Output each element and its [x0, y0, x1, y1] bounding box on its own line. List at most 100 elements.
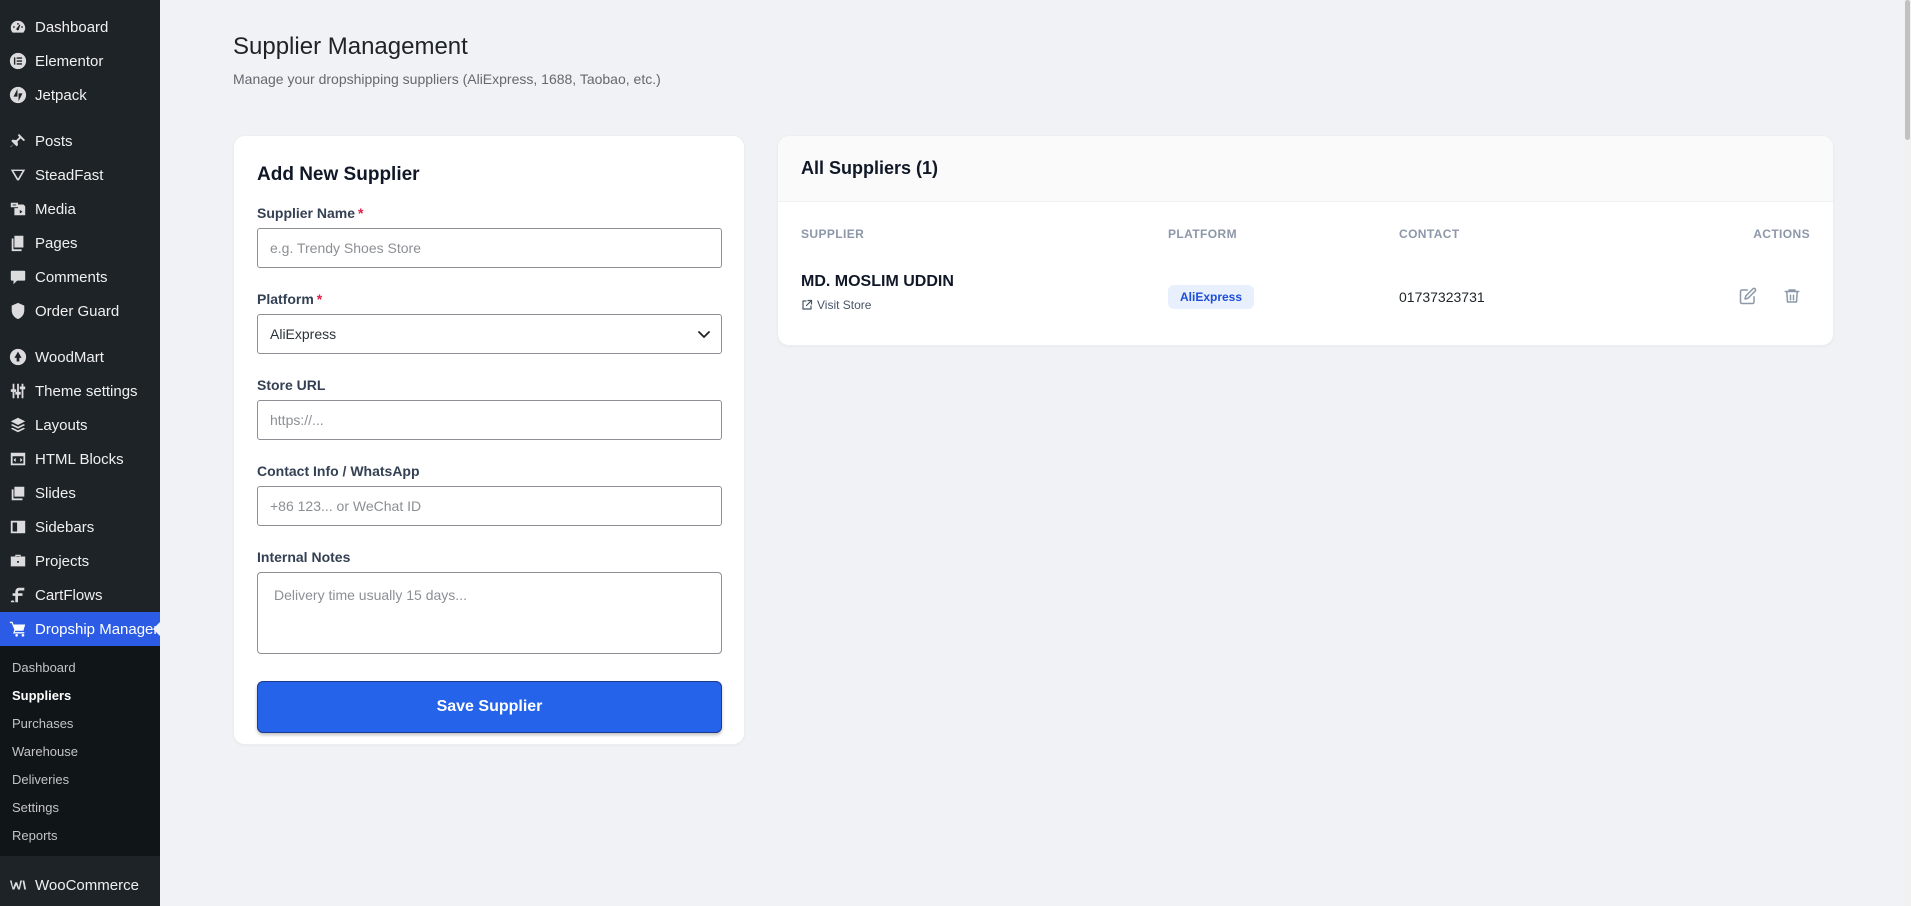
- submenu-item-settings[interactable]: Settings: [0, 794, 160, 822]
- sidebar-item-jetpack[interactable]: Jetpack: [0, 78, 160, 112]
- sidebar-item-steadfast[interactable]: SteadFast: [0, 158, 160, 192]
- supplier-name-label-text: Supplier Name: [257, 205, 356, 221]
- sidebar-item-label: Comments: [35, 268, 108, 286]
- notes-field: Internal Notes: [257, 549, 722, 659]
- sidebar-item-label: HTML Blocks: [35, 450, 124, 468]
- platform-select[interactable]: AliExpress: [257, 314, 722, 354]
- sidebar-item-label: Media: [35, 200, 76, 218]
- sidebar-item-label: Jetpack: [35, 86, 87, 104]
- media-icon: [8, 199, 28, 219]
- sidebar-item-posts[interactable]: Posts: [0, 124, 160, 158]
- suppliers-list-card: All Suppliers (1) SUPPLIER PLATFORM CONT…: [777, 135, 1834, 346]
- submenu-item-deliveries[interactable]: Deliveries: [0, 766, 160, 794]
- chevron-down-icon: [698, 331, 710, 338]
- steadfast-icon: [8, 165, 28, 185]
- visit-store-link[interactable]: Visit Store: [801, 298, 871, 312]
- column-header-actions: ACTIONS: [1753, 227, 1810, 241]
- notes-label: Internal Notes: [257, 549, 351, 565]
- sidebar-item-label: Projects: [35, 552, 90, 570]
- sliders-icon: [8, 381, 28, 401]
- column-header-platform: PLATFORM: [1168, 227, 1237, 241]
- sidebar-item-projects[interactable]: Projects: [0, 544, 160, 578]
- sidebar-item-slides[interactable]: Slides: [0, 476, 160, 510]
- submenu-item-purchases[interactable]: Purchases: [0, 710, 160, 738]
- column-header-supplier: SUPPLIER: [801, 227, 865, 241]
- pin-icon: [8, 131, 28, 151]
- notes-textarea[interactable]: [257, 572, 722, 654]
- submenu-item-suppliers[interactable]: Suppliers: [0, 682, 160, 710]
- form-title: Add New Supplier: [257, 164, 420, 185]
- dropship-submenu: Dashboard Suppliers Purchases Warehouse …: [0, 646, 160, 856]
- shield-icon: [8, 301, 28, 321]
- required-marker: *: [316, 291, 323, 307]
- submenu-item-warehouse[interactable]: Warehouse: [0, 738, 160, 766]
- contact-field: Contact Info / WhatsApp: [257, 463, 722, 526]
- sidebar-item-label: Theme settings: [35, 382, 138, 400]
- list-header: All Suppliers (1): [778, 136, 1833, 202]
- dashboard-icon: [8, 17, 28, 37]
- jetpack-icon: [8, 85, 28, 105]
- scrollbar-thumb[interactable]: [1905, 0, 1910, 140]
- supplier-name-field: Supplier Name *: [257, 205, 722, 268]
- sidebar-item-label: Order Guard: [35, 302, 120, 320]
- sidebar-item-sidebars[interactable]: Sidebars: [0, 510, 160, 544]
- supplier-contact: 01737323731: [1399, 289, 1485, 305]
- submenu-item-reports[interactable]: Reports: [0, 822, 160, 850]
- delete-button[interactable]: [1780, 284, 1804, 308]
- sidebar-item-label: Dashboard: [35, 18, 109, 36]
- external-link-icon: [802, 299, 813, 310]
- sidebar-item-cartflows[interactable]: CartFlows: [0, 578, 160, 612]
- briefcase-icon: [8, 551, 28, 571]
- store-url-label: Store URL: [257, 377, 326, 393]
- sidebar-item-label: Pages: [35, 234, 78, 252]
- contact-label: Contact Info / WhatsApp: [257, 463, 420, 479]
- sidebar-item-label: Elementor: [35, 52, 104, 70]
- sidebar-item-media[interactable]: Media: [0, 192, 160, 226]
- sidebar-item-html-blocks[interactable]: HTML Blocks: [0, 442, 160, 476]
- sidebar-item-elementor[interactable]: Elementor: [0, 44, 160, 78]
- sidebar-item-label: Posts: [35, 132, 73, 150]
- visit-store-text: Visit Store: [817, 298, 872, 312]
- store-url-field: Store URL: [257, 377, 722, 440]
- sidebar-item-label: Dropship Manager: [35, 620, 159, 638]
- sidebar-item-order-guard[interactable]: Order Guard: [0, 294, 160, 328]
- cart-icon: [8, 619, 28, 639]
- platform-selected-value: AliExpress: [270, 326, 337, 342]
- cartflows-icon: [8, 585, 28, 605]
- page-subtitle: Manage your dropshipping suppliers (AliE…: [233, 71, 661, 87]
- platform-field: Platform * AliExpress: [257, 291, 722, 354]
- main-content: Supplier Management Manage your dropship…: [160, 0, 1911, 906]
- supplier-name: MD. MOSLIM UDDIN: [801, 273, 954, 290]
- sidebar-item-dropship-manager[interactable]: Dropship Manager: [0, 612, 161, 646]
- elementor-icon: [8, 51, 28, 71]
- layers-icon: [8, 415, 28, 435]
- sidebar-item-label: Slides: [35, 484, 76, 502]
- page-scrollbar[interactable]: [1904, 0, 1911, 906]
- comment-icon: [8, 267, 28, 287]
- woocommerce-icon: [8, 875, 28, 895]
- sidebar-item-label: Sidebars: [35, 518, 95, 536]
- supplier-name-input[interactable]: [257, 228, 722, 268]
- sidebar-item-pages[interactable]: Pages: [0, 226, 160, 260]
- platform-label: Platform *: [257, 291, 721, 308]
- add-supplier-card: Add New Supplier Supplier Name* Platform…: [233, 135, 745, 745]
- sidebar-item-layouts[interactable]: Layouts: [0, 408, 160, 442]
- sidebar-item-label: WooCommerce: [35, 876, 139, 894]
- required-marker: *: [358, 205, 364, 221]
- sidebar-item-woodmart[interactable]: WoodMart: [0, 340, 160, 374]
- pages-icon: [8, 233, 28, 253]
- sidebar-item-woocommerce[interactable]: WooCommerce: [0, 868, 160, 902]
- store-url-input[interactable]: [257, 400, 722, 440]
- contact-input[interactable]: [257, 486, 722, 526]
- sidebar-item-dashboard[interactable]: Dashboard: [0, 10, 160, 44]
- admin-sidebar: Dashboard Elementor Jetpack Posts SteadF…: [0, 0, 161, 906]
- sidebar-item-comments[interactable]: Comments: [0, 260, 160, 294]
- slides-icon: [8, 483, 28, 503]
- submenu-item-dashboard[interactable]: Dashboard: [0, 654, 160, 682]
- edit-button[interactable]: [1736, 284, 1760, 308]
- woodmart-icon: [8, 347, 28, 367]
- platform-label-text: Platform: [257, 291, 314, 307]
- save-supplier-button[interactable]: Save Supplier: [257, 681, 722, 733]
- list-title: All Suppliers (1): [801, 158, 939, 178]
- sidebar-item-theme-settings[interactable]: Theme settings: [0, 374, 160, 408]
